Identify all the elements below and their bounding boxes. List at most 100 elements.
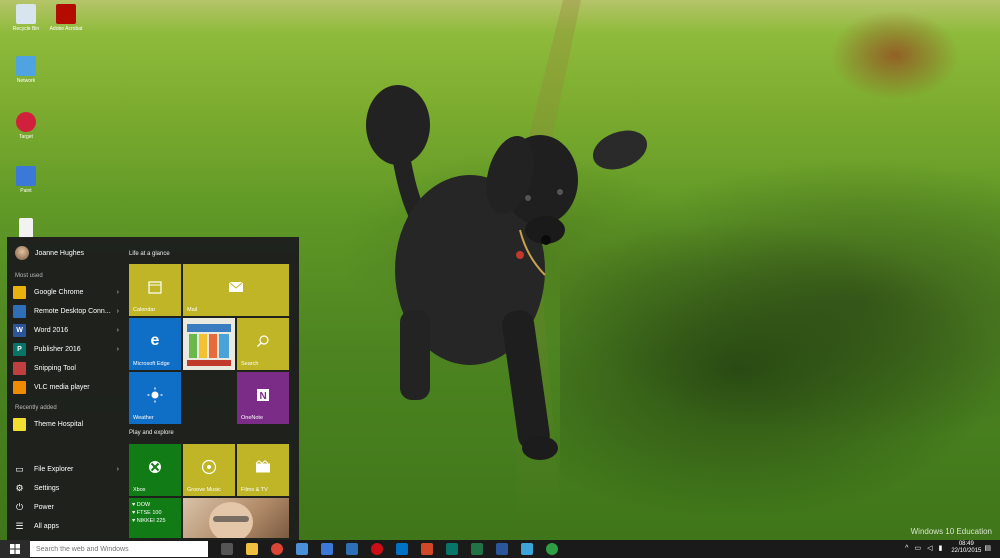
tile-calendar[interactable]: Calendar xyxy=(129,264,181,316)
chrome-icon[interactable] xyxy=(270,543,283,555)
gear-icon: ⚙ xyxy=(15,483,24,493)
tile-news[interactable] xyxy=(183,318,235,370)
group-label-play: Play and explore xyxy=(129,430,174,436)
powerpoint-icon[interactable] xyxy=(420,543,433,555)
volume-icon[interactable]: ◁ xyxy=(927,544,932,552)
menu-item-snipping-tool[interactable]: Snipping Tool xyxy=(7,359,125,378)
desktop-icon-network[interactable]: Network xyxy=(1,56,51,84)
recycle-bin-icon xyxy=(16,4,36,24)
task-view-icon[interactable] xyxy=(220,543,233,555)
chevron-right-icon[interactable]: › xyxy=(117,346,119,353)
file-explorer-icon[interactable] xyxy=(245,543,258,555)
windows-watermark: Windows 10 Education xyxy=(910,527,992,536)
menu-item-theme-hospital[interactable]: Theme Hospital xyxy=(7,415,125,434)
desktop-icon-acrobat[interactable]: Adobe Acrobat xyxy=(41,4,91,32)
menu-item-word[interactable]: W Word 2016 › xyxy=(7,321,125,340)
news-thumbnail-icon xyxy=(187,324,231,366)
theme-hospital-icon xyxy=(13,418,26,431)
menu-item-label: Power xyxy=(34,504,54,511)
menu-item-label: Word 2016 xyxy=(34,327,69,334)
menu-item-label: All apps xyxy=(34,523,59,530)
user-name: Joanne Hughes xyxy=(35,249,85,257)
clock-time: 08:49 xyxy=(958,541,974,547)
tile-search[interactable]: Search xyxy=(237,318,289,370)
tile-money[interactable]: ♥ DOW ♥ FTSE 100 ♥ NIKKEI 225 xyxy=(129,498,181,538)
store-icon[interactable] xyxy=(295,543,308,555)
money-line-nikkei: ♥ NIKKEI 225 xyxy=(132,518,166,524)
start-button[interactable] xyxy=(0,540,30,558)
menu-item-all-apps[interactable]: ☰ All apps xyxy=(7,517,125,536)
menu-item-label: VLC media player xyxy=(34,384,90,391)
publisher-icon[interactable] xyxy=(445,543,458,555)
browser-icon[interactable] xyxy=(545,543,558,555)
poodle-image xyxy=(366,85,648,460)
svg-text:N: N xyxy=(260,391,267,402)
recently-added-label: Recently added xyxy=(15,405,57,411)
menu-item-vlc[interactable]: VLC media player xyxy=(7,378,125,397)
power-icon: ⏻ xyxy=(15,502,24,512)
word-icon[interactable] xyxy=(495,543,508,555)
menu-item-power[interactable]: ⏻ Power xyxy=(7,498,125,517)
menu-item-label: Google Chrome xyxy=(34,289,84,296)
tile-label: Films & TV xyxy=(241,487,268,493)
photos-icon[interactable] xyxy=(520,543,533,555)
sun-icon xyxy=(147,387,163,403)
excel-icon[interactable] xyxy=(470,543,483,555)
tile-microsoft-edge[interactable]: e Microsoft Edge xyxy=(129,318,181,370)
menu-item-label: Theme Hospital xyxy=(34,421,84,428)
most-used-label: Most used xyxy=(15,273,43,279)
remote-desktop-icon xyxy=(13,305,26,318)
chevron-up-icon[interactable]: ^ xyxy=(905,545,908,552)
chevron-right-icon[interactable]: › xyxy=(117,466,119,473)
notifications-icon[interactable]: ▤ xyxy=(984,544,991,552)
tile-label: Microsoft Edge xyxy=(133,361,170,367)
outlook-icon[interactable] xyxy=(395,543,408,555)
menu-item-remote-desktop[interactable]: Remote Desktop Conn... › xyxy=(7,302,125,321)
network-icon[interactable]: ▭ xyxy=(914,544,921,552)
menu-item-label: Settings xyxy=(34,485,60,492)
clock[interactable]: 08:49 22/10/2015 xyxy=(951,541,981,555)
word-icon: W xyxy=(13,324,26,337)
tile-xbox[interactable]: Xbox xyxy=(129,444,181,496)
money-line-ftse: ♥ FTSE 100 xyxy=(132,510,162,516)
tile-weather[interactable]: Weather xyxy=(129,372,181,424)
photo-thumbnail-icon xyxy=(209,502,253,542)
battery-icon[interactable]: ▮ xyxy=(938,544,942,552)
tile-label: Mail xyxy=(187,307,198,313)
clock-date: 22/10/2015 xyxy=(951,548,982,554)
desktop-icon-label: Adobe Acrobat xyxy=(49,26,83,32)
music-icon xyxy=(201,460,217,475)
desktop-icon-label: Target xyxy=(19,134,33,140)
tile-films-tv[interactable]: Films & TV xyxy=(237,444,289,496)
chevron-right-icon[interactable]: › xyxy=(117,289,119,296)
menu-item-publisher[interactable]: P Publisher 2016 › xyxy=(7,340,125,359)
remote-desktop-icon[interactable] xyxy=(345,543,358,555)
avatar xyxy=(15,246,29,260)
desktop-icon-paint[interactable]: Paint xyxy=(1,166,51,194)
tile-mail[interactable]: Mail xyxy=(183,264,289,316)
start-menu-left-column: Joanne Hughes Most used Google Chrome › … xyxy=(7,237,125,540)
tile-label: Calendar xyxy=(133,307,156,313)
tile-onenote[interactable]: N OneNote xyxy=(237,372,289,424)
edge-icon: e xyxy=(150,332,160,350)
menu-item-label: File Explorer xyxy=(34,466,74,473)
menu-item-file-explorer[interactable]: ▭ File Explorer › xyxy=(7,460,125,479)
menu-item-settings[interactable]: ⚙ Settings xyxy=(7,479,125,498)
tile-photos[interactable] xyxy=(183,498,289,542)
chevron-right-icon[interactable]: › xyxy=(117,308,119,315)
desktop-icon-label: Paint xyxy=(20,188,32,194)
paint-icon[interactable] xyxy=(320,543,333,555)
onenote-icon: N xyxy=(257,389,269,402)
start-menu: Joanne Hughes Most used Google Chrome › … xyxy=(7,237,299,542)
tile-label: Search xyxy=(241,361,259,367)
taskbar-search-input[interactable] xyxy=(30,541,208,557)
film-icon xyxy=(255,460,270,473)
taskbar-apps xyxy=(214,543,564,555)
user-account-button[interactable]: Joanne Hughes xyxy=(7,237,125,261)
opera-icon[interactable] xyxy=(370,543,383,555)
chevron-right-icon[interactable]: › xyxy=(117,327,119,334)
tile-groove-music[interactable]: Groove Music xyxy=(183,444,235,496)
snipping-tool-icon xyxy=(13,362,26,375)
desktop-icon-target[interactable]: Target xyxy=(1,112,51,140)
menu-item-google-chrome[interactable]: Google Chrome › xyxy=(7,283,125,302)
